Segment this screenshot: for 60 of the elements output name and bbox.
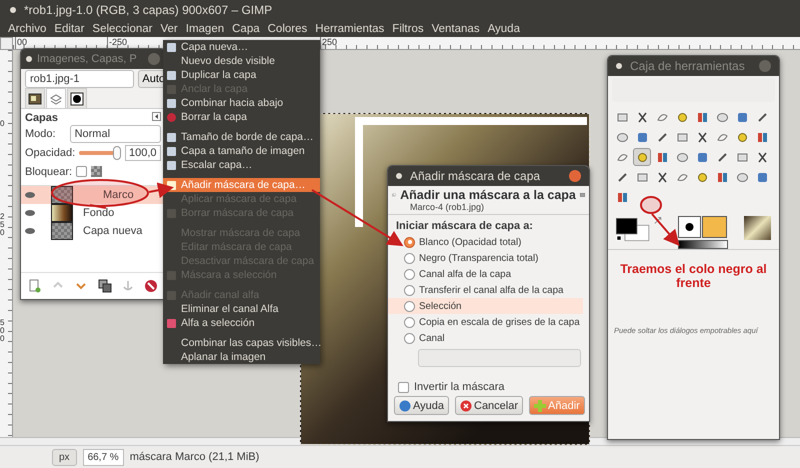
layer-name: Capa nueva xyxy=(82,225,144,237)
layer-row[interactable]: Fondo xyxy=(21,204,165,222)
menu-item[interactable]: Borrar la capa xyxy=(163,110,320,124)
zoom-select[interactable]: 66,7 % xyxy=(82,448,124,466)
radio-option[interactable]: Negro (Transparencia total) xyxy=(388,250,583,266)
menu-item[interactable]: Filtros xyxy=(388,22,428,34)
menu-item[interactable]: Ayuda xyxy=(484,22,524,34)
radio-option[interactable]: Transferir el canal alfa de la capa xyxy=(388,282,583,298)
menu-item[interactable]: Editar xyxy=(50,22,88,34)
menu-item[interactable]: Seleccionar xyxy=(88,22,156,34)
radio-option[interactable]: Canal alfa de la capa xyxy=(388,266,583,282)
toolbox-title: Caja de herramientas xyxy=(630,59,746,73)
menu-item[interactable]: Capa nueva… xyxy=(163,40,320,54)
dialog-title: Añadir máscara de capa xyxy=(410,169,542,183)
menu-item[interactable]: Herramientas xyxy=(311,22,388,34)
layer-row[interactable]: Capa nueva xyxy=(21,222,165,240)
dialog-subheading: Marco-4 (rob1.jpg) xyxy=(409,202,486,212)
menu-item[interactable]: Aplanar la imagen xyxy=(163,350,320,364)
menu-item[interactable]: Duplicar la capa xyxy=(163,68,320,82)
field-label: Modo: xyxy=(25,128,56,140)
dialog-button[interactable]: Cancelar xyxy=(455,396,524,415)
annotation-text: Traemos el colo negro al frente xyxy=(619,261,768,290)
ruler-label: 250 xyxy=(0,213,6,237)
menu-item[interactable]: Eliminar el canal Alfa xyxy=(163,302,320,316)
mode-select[interactable]: Normal xyxy=(70,124,161,142)
field-label: Opacidad: xyxy=(25,146,76,158)
image-select[interactable]: rob1.jpg-1 xyxy=(25,70,134,88)
status-message: máscara Marco (21,1 MiB) xyxy=(130,451,260,463)
radio-option[interactable]: Canal xyxy=(388,330,583,346)
menu-item[interactable]: Archivo xyxy=(4,22,50,34)
field-label: Bloquear: xyxy=(25,166,72,178)
radio-option[interactable]: Blanco (Opacidad total) xyxy=(388,234,583,250)
menu-item[interactable]: Capa a tamaño de imagen xyxy=(163,144,320,158)
radio-option[interactable]: Copia en escala de grises de la capa xyxy=(388,314,583,330)
menu-item[interactable]: Alfa a selección xyxy=(163,316,320,330)
layer-name: Marco xyxy=(102,189,135,201)
menu-item[interactable]: Combinar hacia abajo xyxy=(163,96,320,110)
menu-item[interactable]: Ver xyxy=(156,22,182,34)
menu-item[interactable]: Escalar capa… xyxy=(163,158,320,172)
window-title: *rob1.jpg-1.0 (RGB, 3 capas) 900x607 – GIMP xyxy=(24,3,272,17)
menu-item[interactable]: Ventanas xyxy=(428,22,484,34)
layer-row[interactable]: Marco xyxy=(21,186,165,204)
radio-option[interactable]: Selección xyxy=(388,298,583,314)
section-label: Iniciar máscara de capa a: xyxy=(388,214,589,234)
menu-item[interactable]: Capa xyxy=(228,22,264,34)
layer-name: Fondo xyxy=(82,207,116,219)
ruler-label: 500 xyxy=(0,319,6,343)
menu-item[interactable]: Colores xyxy=(264,22,312,34)
menu-item[interactable]: Imagen xyxy=(182,22,228,34)
opacity-field[interactable]: 100,0 xyxy=(125,144,161,160)
menu-item[interactable]: Combinar las capas visibles… xyxy=(163,336,320,350)
dock-title: Imagenes, Capas, P xyxy=(37,53,138,65)
checkbox-label: Invertir la máscara xyxy=(414,381,504,393)
dialog-heading: Añadir una máscara a la capa xyxy=(400,188,576,202)
dialog-button[interactable]: Ayuda xyxy=(394,396,449,415)
ruler-label: 0 xyxy=(0,120,6,128)
unit-select[interactable]: px xyxy=(52,448,77,466)
menu-item[interactable]: Tamaño de borde de capa… xyxy=(163,130,320,144)
menu-item[interactable]: Nuevo desde visible xyxy=(163,54,320,68)
section-title: Capas xyxy=(25,112,58,124)
